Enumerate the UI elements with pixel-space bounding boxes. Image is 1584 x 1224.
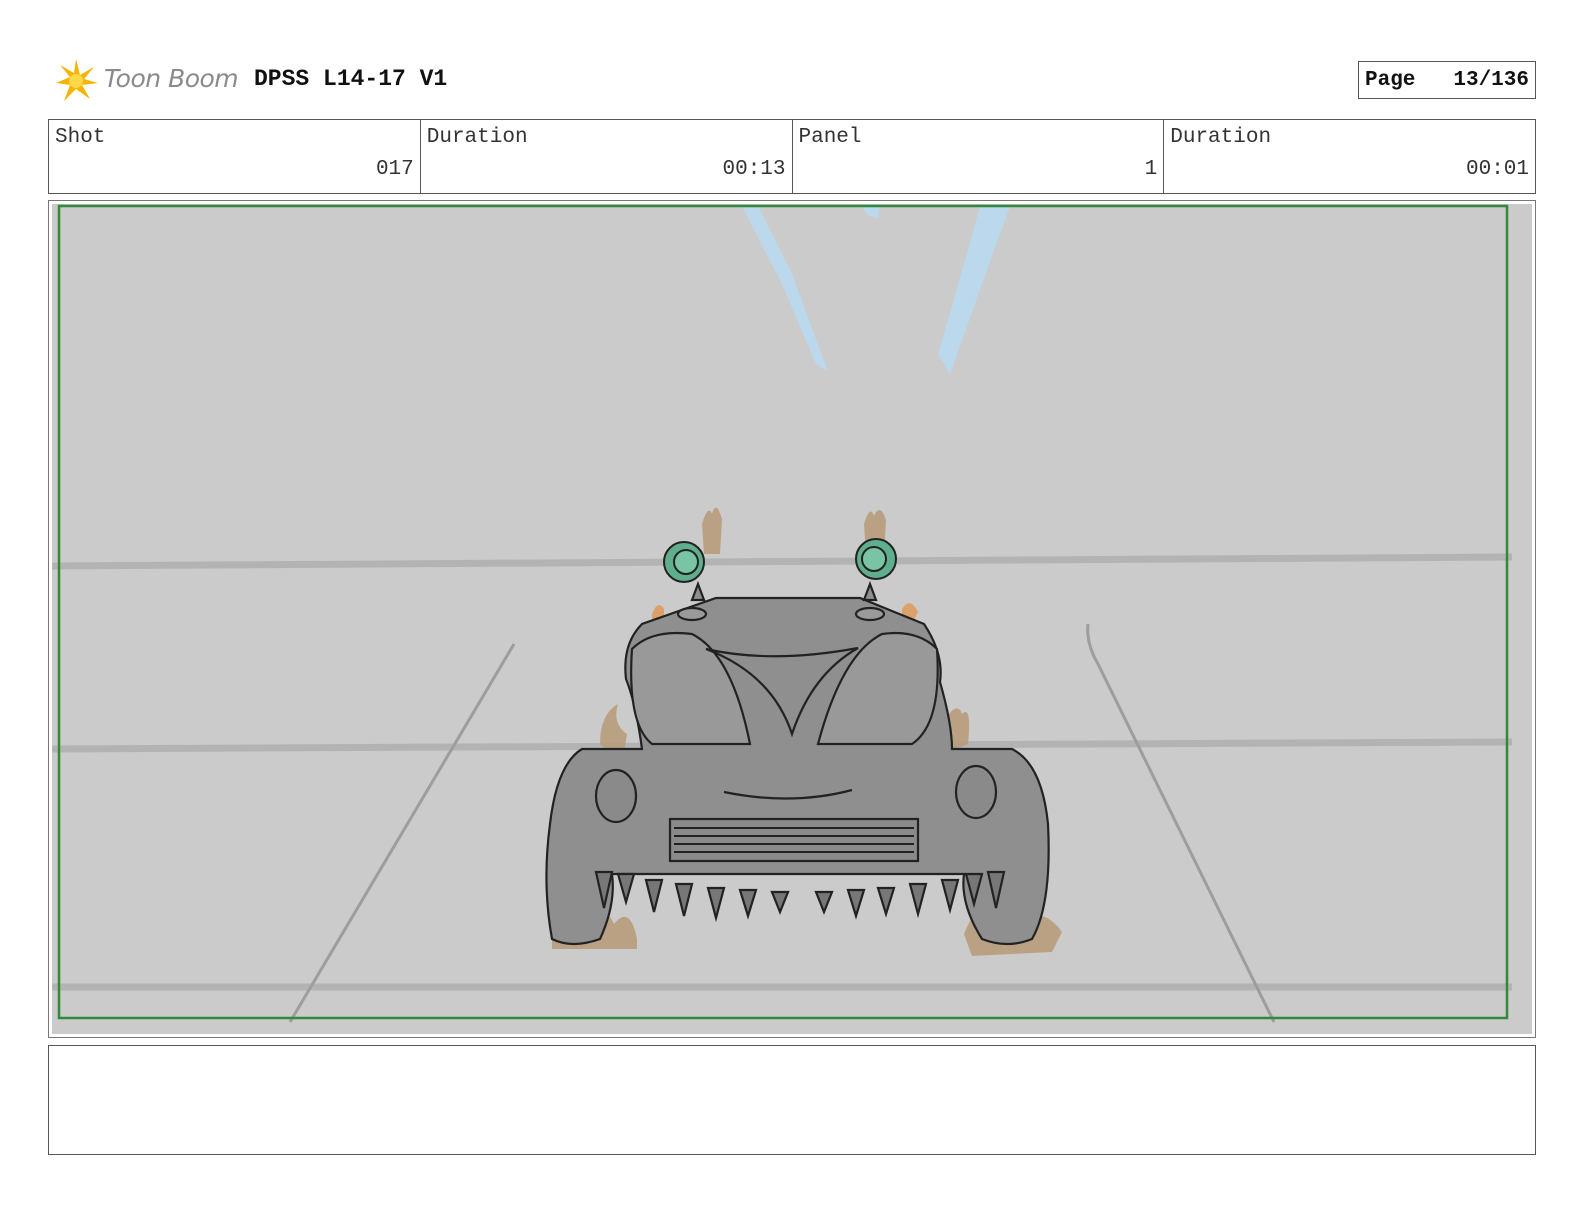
panel-duration-cell: Duration 00:01 [1163, 120, 1535, 193]
shot-info-table: Shot 017 Duration 00:13 Panel 1 Duration… [48, 119, 1536, 194]
panel-label: Panel [798, 126, 862, 149]
page-indicator: Page 13/136 [1358, 61, 1536, 99]
page-label: Page [1365, 68, 1416, 92]
panel-value: 1 [1144, 158, 1158, 181]
panel-duration-value: 00:01 [1465, 158, 1529, 181]
shot-value: 017 [375, 158, 414, 181]
panel-notes-box [48, 1045, 1536, 1155]
panel-duration-label: Duration [1170, 126, 1272, 149]
storyboard-panel-drawing [52, 204, 1532, 1034]
shot-duration-label: Duration [426, 126, 528, 149]
shot-label: Shot [55, 126, 106, 149]
project-title: DPSS L14-17 V1 [254, 66, 448, 92]
shot-duration-value: 00:13 [722, 158, 786, 181]
panel-cell: Panel 1 [791, 120, 1164, 193]
page-number: 13/136 [1453, 68, 1529, 92]
shot-duration-cell: Duration 00:13 [419, 120, 792, 193]
logo-text: Toon Boom [104, 64, 239, 93]
shot-cell: Shot 017 [49, 120, 420, 193]
